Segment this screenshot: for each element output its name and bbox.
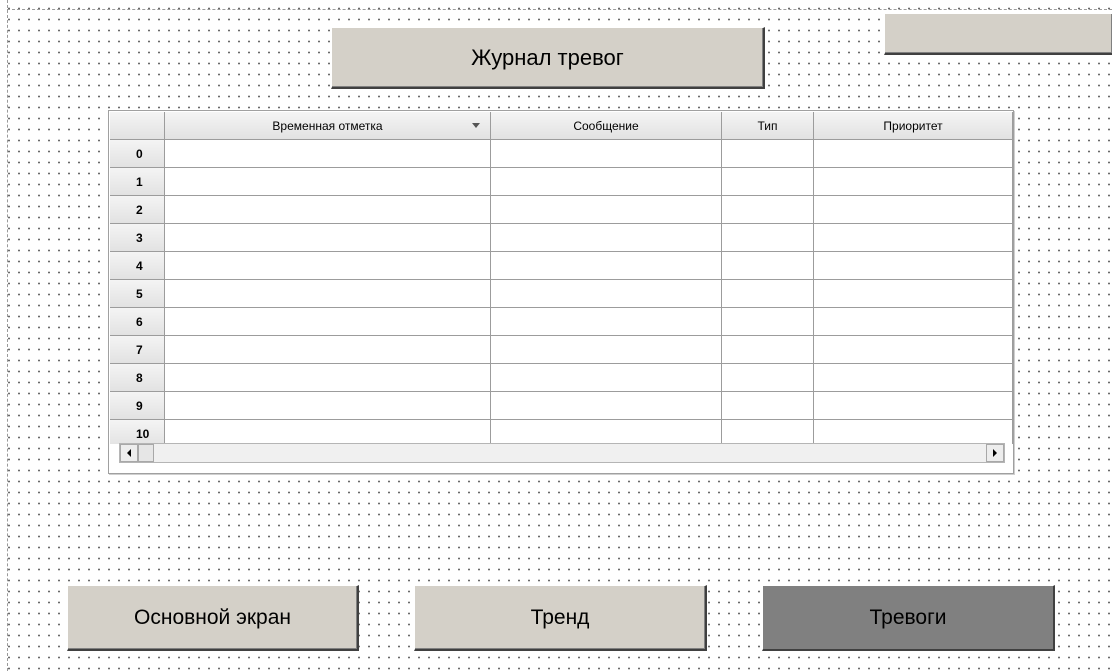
alarm-log-title-label: Журнал тревог [471,44,624,70]
priority-cell[interactable] [814,392,1013,420]
priority-cell[interactable] [814,420,1013,444]
table-row[interactable]: 2 [110,196,1013,224]
table-row[interactable]: 0 [110,140,1013,168]
priority-cell[interactable] [814,364,1013,392]
alarm-log-table[interactable]: Временная отметка Сообщение Тип Приорите… [108,110,1014,474]
column-header-message[interactable]: Сообщение [491,112,722,140]
table-row[interactable]: 7 [110,336,1013,364]
table-row[interactable]: 5 [110,280,1013,308]
message-cell[interactable] [491,280,722,308]
alarms-button-label: Тревоги [869,605,947,629]
type-cell[interactable] [722,196,814,224]
timestamp-cell[interactable] [165,140,491,168]
message-cell[interactable] [491,168,722,196]
type-cell[interactable] [722,252,814,280]
priority-cell[interactable] [814,336,1013,364]
priority-cell[interactable] [814,196,1013,224]
type-cell[interactable] [722,364,814,392]
priority-cell[interactable] [814,140,1013,168]
message-cell[interactable] [491,252,722,280]
column-header-type[interactable]: Тип [722,112,814,140]
timestamp-cell[interactable] [165,364,491,392]
row-number: 0 [110,140,165,168]
row-number: 1 [110,168,165,196]
scroll-right-button[interactable] [986,444,1004,462]
header-corner-cell [110,112,165,140]
trend-button-label: Тренд [530,605,590,629]
row-number: 10 [110,420,165,444]
timestamp-cell[interactable] [165,252,491,280]
table-row[interactable]: 4 [110,252,1013,280]
trend-button[interactable]: Тренд [414,585,707,651]
arrow-right-icon [993,449,997,457]
type-cell[interactable] [722,392,814,420]
timestamp-cell[interactable] [165,336,491,364]
row-number: 8 [110,364,165,392]
timestamp-cell[interactable] [165,168,491,196]
horizontal-scrollbar[interactable] [119,443,1005,463]
message-cell[interactable] [491,364,722,392]
row-number: 5 [110,280,165,308]
type-cell[interactable] [722,280,814,308]
priority-cell[interactable] [814,308,1013,336]
message-cell[interactable] [491,392,722,420]
main-screen-button-label: Основной экран [134,605,291,629]
priority-cell[interactable] [814,252,1013,280]
column-header-timestamp[interactable]: Временная отметка [165,112,491,140]
timestamp-cell[interactable] [165,280,491,308]
type-cell[interactable] [722,140,814,168]
message-cell[interactable] [491,336,722,364]
priority-cell[interactable] [814,224,1013,252]
timestamp-cell[interactable] [165,420,491,444]
table-row[interactable]: 9 [110,392,1013,420]
message-cell[interactable] [491,196,722,224]
message-cell[interactable] [491,308,722,336]
row-number: 7 [110,336,165,364]
column-header-timestamp-label: Временная отметка [272,118,383,133]
table-row[interactable]: 8 [110,364,1013,392]
timestamp-cell[interactable] [165,392,491,420]
type-cell[interactable] [722,168,814,196]
timestamp-cell[interactable] [165,196,491,224]
table-row[interactable]: 10 [110,420,1013,444]
row-number: 3 [110,224,165,252]
column-header-priority[interactable]: Приоритет [814,112,1013,140]
row-number: 9 [110,392,165,420]
row-number: 4 [110,252,165,280]
type-cell[interactable] [722,420,814,444]
scrollbar-thumb[interactable] [138,444,154,462]
main-screen-button[interactable]: Основной экран [67,585,359,651]
table-header-row: Временная отметка Сообщение Тип Приорите… [110,112,1013,140]
table-row[interactable]: 3 [110,224,1013,252]
table-row[interactable]: 6 [110,308,1013,336]
timestamp-cell[interactable] [165,308,491,336]
type-cell[interactable] [722,308,814,336]
message-cell[interactable] [491,420,722,444]
priority-cell[interactable] [814,168,1013,196]
timestamp-cell[interactable] [165,224,491,252]
sort-arrow-icon[interactable] [472,123,480,128]
message-cell[interactable] [491,224,722,252]
row-number: 6 [110,308,165,336]
alarm-log-title-button[interactable]: Журнал тревог [331,27,765,89]
table-row[interactable]: 1 [110,168,1013,196]
message-cell[interactable] [491,140,722,168]
priority-cell[interactable] [814,280,1013,308]
alarms-button[interactable]: Тревоги [762,585,1055,651]
scroll-left-button[interactable] [120,444,138,462]
alarm-grid: Временная отметка Сообщение Тип Приорите… [110,112,1013,444]
design-frame-left-edge [7,0,9,671]
type-cell[interactable] [722,336,814,364]
corner-button[interactable] [884,13,1112,55]
row-number: 2 [110,196,165,224]
type-cell[interactable] [722,224,814,252]
arrow-left-icon [127,449,131,457]
design-frame-top-edge [7,9,1112,11]
